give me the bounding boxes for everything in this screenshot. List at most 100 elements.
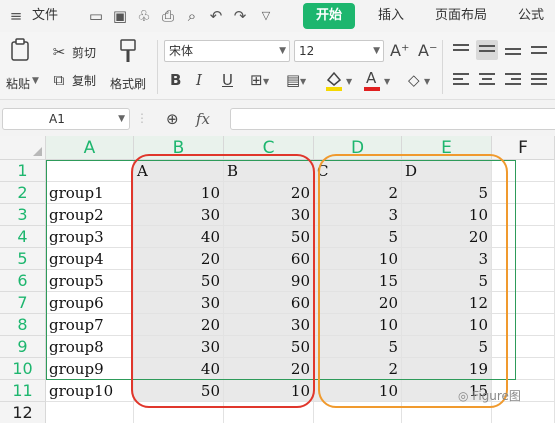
cell-f3[interactable] [492,204,555,226]
cell-e9[interactable]: 5 [402,336,492,358]
cell-e1[interactable]: D [402,160,492,182]
align-justify-icon[interactable] [528,70,550,90]
column-header-b[interactable]: B [134,136,224,160]
tab-page-layout[interactable]: 页面布局 [435,0,487,32]
cell-f1[interactable] [492,160,555,182]
chevron-down-icon[interactable]: ▼ [118,109,125,129]
row-header-8[interactable]: 8 [0,314,46,336]
print-icon[interactable]: ⎙ [158,6,178,26]
row-header-10[interactable]: 10 [0,358,46,380]
hamburger-menu-icon[interactable]: ≡ [6,6,26,26]
cell-c5[interactable]: 60 [224,248,314,270]
cell-c3[interactable]: 30 [224,204,314,226]
increase-font-icon[interactable]: A⁺ [390,41,409,61]
cell-b8[interactable]: 20 [134,314,224,336]
align-bottom-icon[interactable] [502,40,524,60]
cell-e7[interactable]: 12 [402,292,492,314]
paste-dropdown-icon[interactable]: ▼ [32,76,39,86]
column-header-e[interactable]: E [402,136,492,160]
format-brush-icon[interactable]: ♧ [134,6,154,26]
font-size-select[interactable]: 12 ▼ [294,40,384,62]
cell-c9[interactable]: 50 [224,336,314,358]
more-dropdown-icon[interactable]: ▽ [256,6,276,26]
cell-b7[interactable]: 30 [134,292,224,314]
row-header-4[interactable]: 4 [0,226,46,248]
align-middle-icon[interactable] [476,40,498,60]
cell-f8[interactable] [492,314,555,336]
chevron-down-icon[interactable]: ▼ [300,72,306,92]
cell-b10[interactable]: 40 [134,358,224,380]
row-header-1[interactable]: 1 [0,160,46,182]
cell-e12[interactable] [402,402,492,423]
cell-d9[interactable]: 5 [314,336,402,358]
row-header-7[interactable]: 7 [0,292,46,314]
cell-c6[interactable]: 90 [224,270,314,292]
row-header-9[interactable]: 9 [0,336,46,358]
copy-button[interactable]: 复制 [72,72,96,89]
cell-f6[interactable] [492,270,555,292]
select-all-corner[interactable] [0,136,46,160]
align-distributed-icon[interactable] [528,40,550,60]
fx-label[interactable]: fx [196,110,210,128]
chevron-down-icon[interactable]: ▼ [384,72,390,92]
cell-c2[interactable]: 20 [224,182,314,204]
cell-d11[interactable]: 10 [314,380,402,402]
cell-c8[interactable]: 30 [224,314,314,336]
cell-e4[interactable]: 20 [402,226,492,248]
cell-d8[interactable]: 10 [314,314,402,336]
cell-d10[interactable]: 2 [314,358,402,380]
cell-f9[interactable] [492,336,555,358]
cell-b4[interactable]: 40 [134,226,224,248]
cell-a10[interactable]: group9 [46,358,134,380]
cut-button[interactable]: 剪切 [72,44,96,61]
paste-button[interactable]: 粘贴 [6,75,30,92]
tab-formulas[interactable]: 公式 [518,0,544,32]
column-header-f[interactable]: F [492,136,555,160]
cell-a11[interactable]: group10 [46,380,134,402]
cell-f7[interactable] [492,292,555,314]
tab-home[interactable]: 开始 [303,3,355,29]
cell-style-icon[interactable]: ▤ [286,70,300,90]
cell-b9[interactable]: 30 [134,336,224,358]
cell-a5[interactable]: group4 [46,248,134,270]
row-header-11[interactable]: 11 [0,380,46,402]
cell-d6[interactable]: 15 [314,270,402,292]
cell-e6[interactable]: 5 [402,270,492,292]
cell-e2[interactable]: 5 [402,182,492,204]
align-right-icon[interactable] [502,70,524,90]
drag-handle-icon[interactable]: ⋮ [136,108,148,128]
cell-a1[interactable] [46,160,134,182]
cell-c12[interactable] [224,402,314,423]
cell-d3[interactable]: 3 [314,204,402,226]
cell-f2[interactable] [492,182,555,204]
cell-d12[interactable] [314,402,402,423]
cell-e3[interactable]: 10 [402,204,492,226]
row-header-12[interactable]: 12 [0,402,46,423]
cell-b11[interactable]: 50 [134,380,224,402]
chevron-down-icon[interactable]: ▼ [263,72,269,92]
cell-f12[interactable] [492,402,555,423]
cell-e8[interactable]: 10 [402,314,492,336]
cell-a2[interactable]: group1 [46,182,134,204]
paste-icon[interactable] [8,38,32,64]
chevron-down-icon[interactable]: ▼ [346,72,352,92]
align-top-icon[interactable] [450,40,472,60]
row-header-2[interactable]: 2 [0,182,46,204]
cell-a7[interactable]: group6 [46,292,134,314]
open-folder-icon[interactable]: ▭ [86,6,106,26]
cell-c7[interactable]: 60 [224,292,314,314]
bold-icon[interactable]: B [170,70,181,90]
cell-a3[interactable]: group2 [46,204,134,226]
redo-icon[interactable]: ↷ [230,6,250,26]
decrease-font-icon[interactable]: A⁻ [418,41,437,61]
cell-b5[interactable]: 20 [134,248,224,270]
save-icon[interactable]: ▣ [110,6,130,26]
font-name-select[interactable]: 宋体 ▼ [164,40,290,62]
cell-c10[interactable]: 20 [224,358,314,380]
cell-a4[interactable]: group3 [46,226,134,248]
cell-f4[interactable] [492,226,555,248]
underline-icon[interactable]: U [222,70,233,90]
formula-input[interactable] [230,108,555,130]
name-box[interactable]: A1 ▼ [2,108,130,130]
cell-a8[interactable]: group7 [46,314,134,336]
